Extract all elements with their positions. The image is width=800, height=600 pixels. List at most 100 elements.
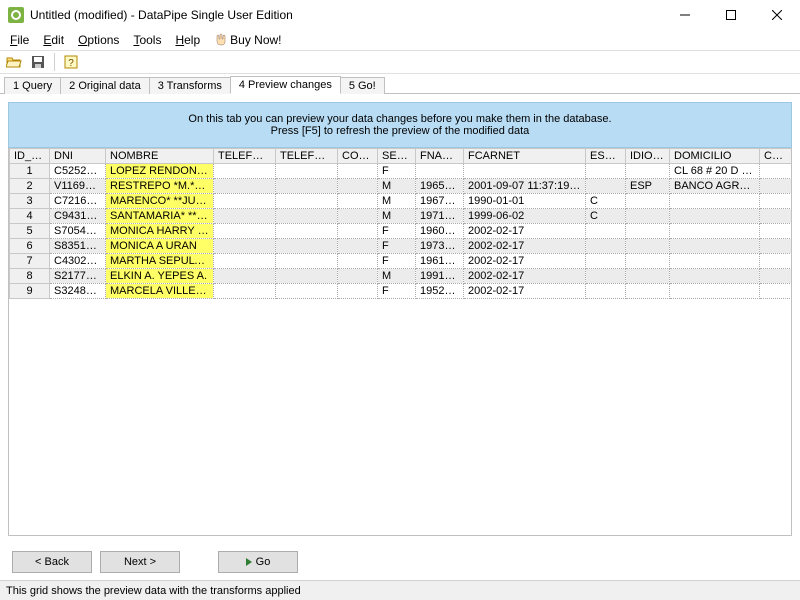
cell[interactable]: LOPEZ RENDON NANCY ...: [106, 164, 214, 179]
table-row[interactable]: 5S705453...MONICA HARRY JARAM...F1960-0.…: [10, 224, 793, 239]
cell[interactable]: [276, 239, 338, 254]
save-button[interactable]: [28, 52, 48, 72]
cell[interactable]: C72160103: [50, 194, 106, 209]
cell[interactable]: RESTREPO *M.**ADIEL: [106, 179, 214, 194]
table-row[interactable]: 3C72160103MARENCO* **JULIOM1967-1...1990…: [10, 194, 793, 209]
cell[interactable]: [760, 239, 793, 254]
cell[interactable]: [586, 179, 626, 194]
table-row[interactable]: 2V116976...RESTREPO *M.**ADIELM1965-0...…: [10, 179, 793, 194]
menu-buy-now[interactable]: Buy Now!: [208, 32, 287, 49]
cell[interactable]: [338, 179, 378, 194]
cell[interactable]: M: [378, 179, 416, 194]
table-row[interactable]: 8S217794...ELKIN A. YEPES A.M1991-0...20…: [10, 269, 793, 284]
cell[interactable]: M: [378, 269, 416, 284]
cell[interactable]: 1961-1...: [416, 254, 464, 269]
col-header[interactable]: CDPO: [760, 149, 793, 164]
cell[interactable]: [760, 224, 793, 239]
next-button[interactable]: Next >: [100, 551, 180, 573]
col-header[interactable]: ID_F...: [10, 149, 50, 164]
cell[interactable]: [626, 194, 670, 209]
cell[interactable]: SANTAMARIA* **NICA...: [106, 209, 214, 224]
cell[interactable]: [276, 164, 338, 179]
cell[interactable]: V116976...: [50, 179, 106, 194]
cell[interactable]: [338, 224, 378, 239]
cell[interactable]: C43028837: [50, 254, 106, 269]
back-button[interactable]: < Back: [12, 551, 92, 573]
cell[interactable]: C: [586, 194, 626, 209]
col-header[interactable]: FCARNET: [464, 149, 586, 164]
cell[interactable]: [214, 284, 276, 299]
cell[interactable]: ESP: [626, 179, 670, 194]
cell[interactable]: BANCO AGRARIO: [670, 179, 760, 194]
cell[interactable]: [276, 224, 338, 239]
cell[interactable]: [338, 269, 378, 284]
col-header[interactable]: FNACIM: [416, 149, 464, 164]
cell[interactable]: C: [586, 209, 626, 224]
col-header[interactable]: DNI: [50, 149, 106, 164]
col-header[interactable]: TELEFONOP...: [214, 149, 276, 164]
cell[interactable]: [276, 209, 338, 224]
cell[interactable]: C94310204: [50, 209, 106, 224]
cell[interactable]: [338, 284, 378, 299]
cell[interactable]: [214, 224, 276, 239]
cell[interactable]: F: [378, 284, 416, 299]
cell[interactable]: [214, 179, 276, 194]
cell[interactable]: 2002-02-17: [464, 254, 586, 269]
cell[interactable]: [626, 239, 670, 254]
cell[interactable]: F: [378, 164, 416, 179]
cell[interactable]: 1999-06-02: [464, 209, 586, 224]
cell[interactable]: [338, 254, 378, 269]
cell[interactable]: MARCELA VILLEGAS A: [106, 284, 214, 299]
tab-transforms[interactable]: 3 Transforms: [149, 77, 231, 94]
cell[interactable]: MONICA HARRY JARAM...: [106, 224, 214, 239]
cell[interactable]: M: [378, 194, 416, 209]
menu-help[interactable]: Help: [169, 32, 206, 48]
col-header[interactable]: SEXO: [378, 149, 416, 164]
cell[interactable]: MARTHA SEPULVEDA: [106, 254, 214, 269]
menu-edit[interactable]: Edit: [37, 32, 70, 48]
tab-go[interactable]: 5 Go!: [340, 77, 385, 94]
table-row[interactable]: 1C52528144LOPEZ RENDON NANCY ...FCL 68 #…: [10, 164, 793, 179]
data-grid[interactable]: ID_F...DNINOMBRETELEFONOP...TELEFONOT...…: [8, 148, 792, 536]
cell[interactable]: [760, 209, 793, 224]
cell[interactable]: S835120...: [50, 239, 106, 254]
table-row[interactable]: 6S835120...MONICA A URANF1973-0...2002-0…: [10, 239, 793, 254]
col-header[interactable]: ESTA...: [586, 149, 626, 164]
cell[interactable]: 1965-0...: [416, 179, 464, 194]
cell[interactable]: [214, 164, 276, 179]
cell[interactable]: MONICA A URAN: [106, 239, 214, 254]
cell[interactable]: [214, 239, 276, 254]
table-row[interactable]: 7C43028837MARTHA SEPULVEDAF1961-1...2002…: [10, 254, 793, 269]
menu-options[interactable]: Options: [72, 32, 125, 48]
cell[interactable]: [276, 254, 338, 269]
cell[interactable]: MARENCO* **JULIO: [106, 194, 214, 209]
cell[interactable]: [586, 284, 626, 299]
cell[interactable]: [276, 284, 338, 299]
cell[interactable]: [276, 179, 338, 194]
cell[interactable]: 1990-01-01: [464, 194, 586, 209]
cell[interactable]: [626, 284, 670, 299]
col-header[interactable]: NOMBRE: [106, 149, 214, 164]
cell[interactable]: [276, 269, 338, 284]
cell[interactable]: [626, 209, 670, 224]
cell[interactable]: ELKIN A. YEPES A.: [106, 269, 214, 284]
cell[interactable]: [214, 269, 276, 284]
cell[interactable]: S217794...: [50, 269, 106, 284]
menu-file[interactable]: File: [4, 32, 35, 48]
cell[interactable]: F: [378, 224, 416, 239]
cell[interactable]: [760, 254, 793, 269]
table-row[interactable]: 9S324817...MARCELA VILLEGAS AF1952-0...2…: [10, 284, 793, 299]
cell[interactable]: 2002-02-17: [464, 239, 586, 254]
close-button[interactable]: [754, 0, 800, 30]
cell[interactable]: [760, 269, 793, 284]
cell[interactable]: [214, 209, 276, 224]
cell[interactable]: [464, 164, 586, 179]
cell[interactable]: [670, 224, 760, 239]
cell[interactable]: F: [378, 254, 416, 269]
cell[interactable]: 2002-02-17: [464, 284, 586, 299]
maximize-button[interactable]: [708, 0, 754, 30]
cell[interactable]: [626, 164, 670, 179]
cell[interactable]: [276, 194, 338, 209]
cell[interactable]: [760, 194, 793, 209]
cell[interactable]: S705453...: [50, 224, 106, 239]
